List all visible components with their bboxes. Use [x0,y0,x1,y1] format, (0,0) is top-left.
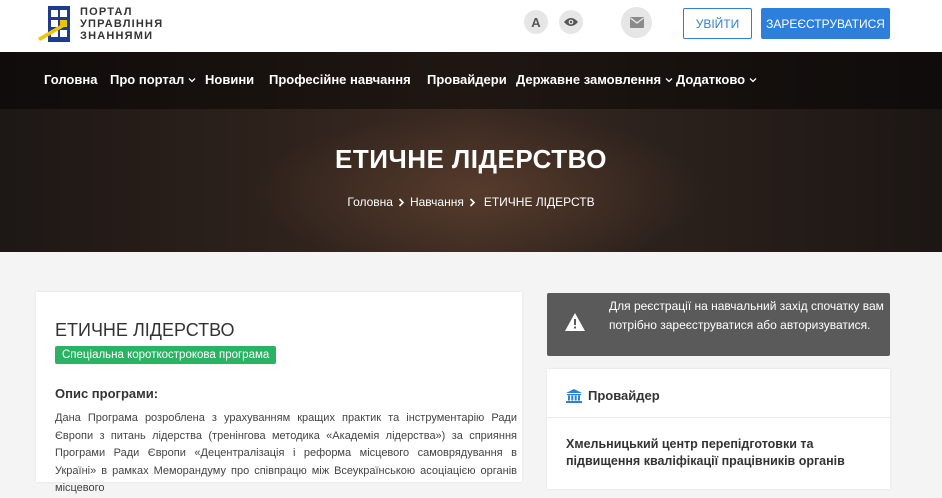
nav-item-label: Провайдери [427,72,507,87]
font-size-button[interactable]: A [524,10,548,34]
provider-heading: Провайдер [566,388,660,403]
main-navigation: Головна Про портал Новини Професійне нав… [0,52,942,109]
nav-item-label: Професійне навчання [269,72,411,87]
breadcrumb-link-home[interactable]: Головна [347,195,393,209]
chevron-down-icon [749,77,757,82]
nav-item-about[interactable]: Про портал [110,72,196,87]
nav-item-news[interactable]: Новини [205,72,254,87]
portal-logo-text[interactable]: ПОРТАЛ УПРАВЛІННЯ ЗНАННЯМИ [80,6,163,42]
eye-icon [564,18,578,26]
breadcrumb-current: ЕТИЧНЕ ЛІДЕРСТВ [483,195,595,209]
course-card: ЕТИЧНЕ ЛІДЕРСТВО Спеціальна короткострок… [36,292,522,494]
provider-card: Провайдер Хмельницький центр перепідгото… [547,369,890,489]
logo-text-line: УПРАВЛІННЯ [80,18,164,30]
nav-item-professional-training[interactable]: Професійне навчання [269,72,411,87]
nav-item-label: Новини [205,72,255,87]
font-size-label: A [531,14,541,30]
institution-icon [566,388,582,403]
course-title: ЕТИЧНЕ ЛІДЕРСТВО [55,320,235,340]
register-button[interactable]: ЗАРЕЄСТРУВАТИСЯ [761,8,890,39]
logo-text-line: ЗНАННЯМИ [80,30,154,42]
nav-item-label: Головна [44,72,98,87]
nav-item-state-order[interactable]: Державне замовлення [516,72,673,87]
nav-item-label: Про портал [110,72,185,87]
provider-name-link[interactable]: Хмельницький центр перепідготовки та під… [566,436,876,470]
nav-item-label: Державне замовлення [516,72,662,87]
breadcrumb: Головна Навчання ЕТИЧНЕ ЛІДЕРСТВ [0,195,942,209]
page-hero: Головна Про портал Новини Професійне нав… [0,52,942,252]
nav-item-providers[interactable]: Провайдери [427,72,507,87]
chevron-down-icon [665,77,673,82]
hero-background-image [250,112,710,252]
provider-heading-label: Провайдер [588,388,660,403]
portal-logo-mark[interactable] [38,4,72,44]
accessibility-view-button[interactable] [559,10,583,34]
site-header: ПОРТАЛ УПРАВЛІННЯ ЗНАННЯМИ A УВІЙТИ ЗАРЕ… [0,0,942,52]
breadcrumb-separator-icon [469,197,475,207]
nav-item-label: Додатково [676,72,746,87]
program-type-badge: Спеціальна короткострокова програма [55,346,277,364]
description-heading: Опис програми: [55,386,159,401]
nav-item-home[interactable]: Головна [44,72,97,87]
mail-button[interactable] [621,7,652,38]
breadcrumb-link-training[interactable]: Навчання [410,195,464,209]
warning-icon [565,313,585,331]
course-description: Дана Програма розроблена з урахуванням к… [55,412,517,494]
login-button[interactable]: УВІЙТИ [683,8,752,39]
mail-icon [629,17,644,28]
logo-text-line: ПОРТАЛ [80,6,133,18]
registration-alert: Для реєстрації на навчальний захід споча… [547,293,890,356]
alert-message: Для реєстрації на навчальний захід споча… [609,299,884,332]
divider [547,417,890,418]
breadcrumb-separator-icon [398,197,405,207]
page-title: ЕТИЧНЕ ЛІДЕРСТВО [335,144,607,174]
nav-item-additional[interactable]: Додатково [676,72,757,87]
chevron-down-icon [188,77,196,82]
